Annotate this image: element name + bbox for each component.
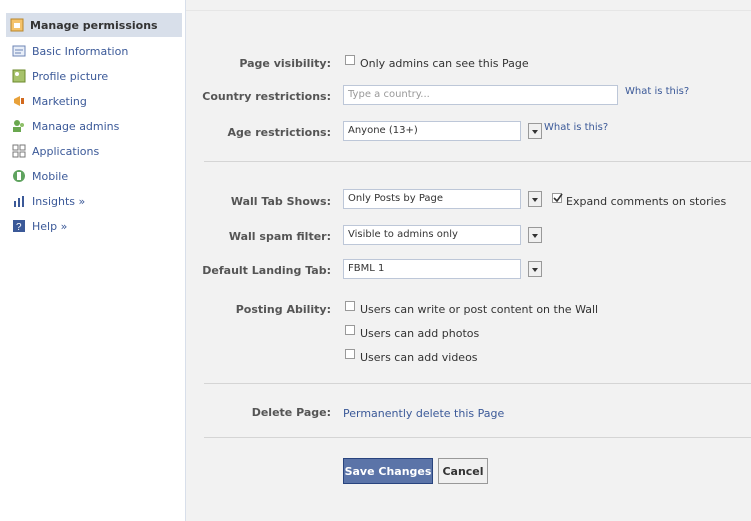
landing-tab-select[interactable]: FBML 1 <box>343 259 542 279</box>
posting-photos-checkbox[interactable] <box>345 325 355 335</box>
page-visibility-checkbox[interactable] <box>345 55 355 65</box>
mobile-icon <box>12 169 26 183</box>
top-divider <box>186 10 751 11</box>
country-restrictions-label: Country restrictions: <box>202 90 331 103</box>
wall-spam-select[interactable]: Visible to admins only <box>343 225 542 245</box>
sidebar-item-label: Applications <box>32 144 100 158</box>
section-divider <box>204 161 751 162</box>
sidebar-item-mobile[interactable]: Mobile <box>8 165 68 187</box>
info-card-icon <box>12 44 26 58</box>
age-restrictions-label: Age restrictions: <box>227 126 331 139</box>
delete-page-label: Delete Page: <box>251 406 331 419</box>
posting-videos-option: Users can add videos <box>360 351 478 364</box>
sidebar-item-marketing[interactable]: Marketing <box>8 90 87 112</box>
sidebar-item-manage-permissions[interactable]: Manage permissions <box>6 13 182 37</box>
settings-panel: Page visibility: Only admins can see thi… <box>186 0 751 521</box>
picture-icon <box>12 69 26 83</box>
sidebar-item-help[interactable]: ? Help » <box>8 215 67 237</box>
posting-wall-checkbox[interactable] <box>345 301 355 311</box>
chevron-down-icon[interactable] <box>528 261 542 277</box>
megaphone-icon <box>12 94 26 108</box>
posting-wall-option: Users can write or post content on the W… <box>360 303 599 316</box>
svg-text:?: ? <box>16 222 22 233</box>
sidebar-item-insights[interactable]: Insights » <box>8 190 85 212</box>
chevron-down-icon[interactable] <box>528 191 542 207</box>
cancel-button[interactable]: Cancel <box>438 458 488 484</box>
sidebar-item-label: Manage permissions <box>30 18 158 32</box>
sidebar-item-label: Profile picture <box>32 69 109 83</box>
wall-tab-label: Wall Tab Shows: <box>230 195 331 208</box>
delete-page-link[interactable]: Permanently delete this Page <box>343 407 504 420</box>
wall-tab-select[interactable]: Only Posts by Page <box>343 189 542 209</box>
age-help-link[interactable]: What is this? <box>544 122 608 133</box>
sidebar-item-label: Basic Information <box>32 44 129 58</box>
section-divider <box>204 383 751 384</box>
admins-icon <box>12 119 26 133</box>
country-input[interactable]: Type a country... <box>343 85 618 105</box>
expand-comments-label: Expand comments on stories <box>566 195 727 208</box>
sidebar-item-basic-information[interactable]: Basic Information <box>8 40 128 62</box>
sidebar-item-manage-admins[interactable]: Manage admins <box>8 115 119 137</box>
sidebar-item-label: Marketing <box>32 94 87 108</box>
landing-tab-label: Default Landing Tab: <box>202 264 331 277</box>
page-visibility-label: Page visibility: <box>239 57 331 70</box>
age-restrictions-select[interactable]: Anyone (13+) <box>343 121 542 141</box>
posting-ability-label: Posting Ability: <box>235 303 331 316</box>
chevron-down-icon[interactable] <box>528 227 542 243</box>
save-changes-button[interactable]: Save Changes <box>343 458 433 484</box>
chevron-down-icon[interactable] <box>528 123 542 139</box>
sidebar-item-label: Help » <box>32 219 68 233</box>
expand-comments-checkbox[interactable] <box>552 193 563 203</box>
sidebar-item-profile-picture[interactable]: Profile picture <box>8 65 108 87</box>
wall-spam-label: Wall spam filter: <box>228 230 331 243</box>
sidebar-item-label: Mobile <box>32 169 69 183</box>
checkmark-icon <box>553 193 563 203</box>
sidebar-item-label: Insights » <box>32 194 86 208</box>
sidebar: Manage permissions Basic Information Pro… <box>0 0 186 521</box>
wall-spam-value: Visible to admins only <box>348 229 458 240</box>
page-visibility-option: Only admins can see this Page <box>360 57 529 70</box>
posting-photos-option: Users can add photos <box>360 327 480 340</box>
help-icon: ? <box>12 219 26 233</box>
sidebar-item-label: Manage admins <box>32 119 120 133</box>
age-restrictions-value: Anyone (13+) <box>348 125 418 136</box>
section-divider <box>204 437 751 438</box>
sidebar-item-applications[interactable]: Applications <box>8 140 99 162</box>
country-help-link[interactable]: What is this? <box>625 86 689 97</box>
chart-icon <box>12 194 26 208</box>
landing-tab-value: FBML 1 <box>348 263 385 274</box>
puzzle-icon <box>12 144 26 158</box>
lock-icon <box>10 18 24 32</box>
posting-videos-checkbox[interactable] <box>345 349 355 359</box>
wall-tab-value: Only Posts by Page <box>348 193 444 204</box>
